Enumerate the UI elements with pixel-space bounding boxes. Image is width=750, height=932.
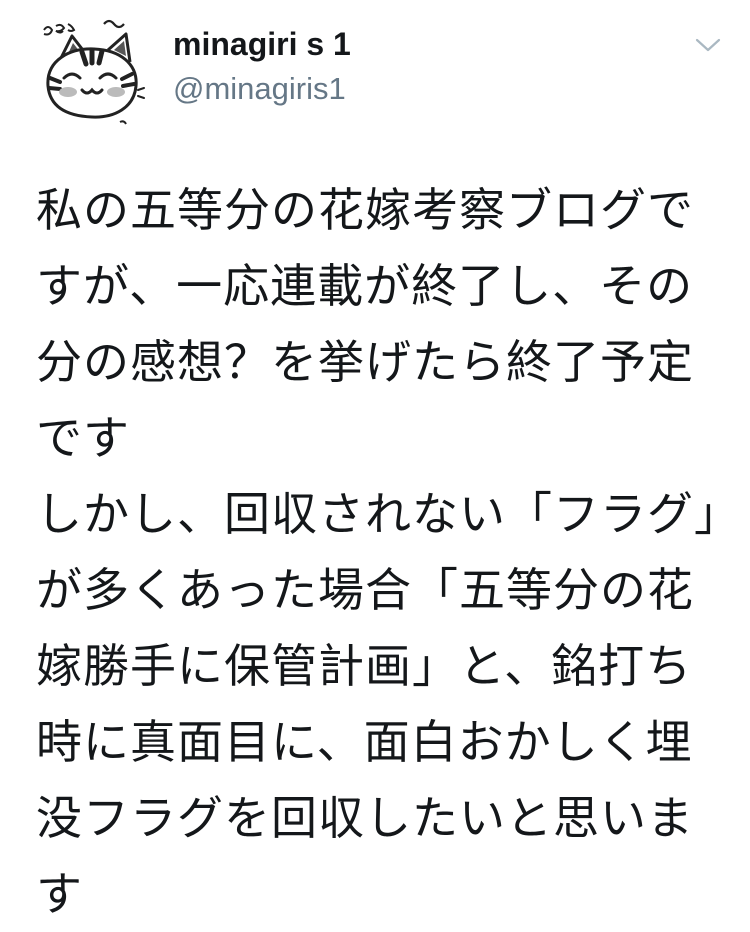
chevron-down-glyph: [695, 38, 721, 52]
user-handle[interactable]: @minagiris1: [173, 70, 346, 108]
tweet-text: 私の五等分の花嫁考察ブログですが、一応連載が終了し、その分の感想？を挙げたら終了…: [36, 183, 718, 921]
display-name[interactable]: minagiri s 1: [173, 24, 351, 64]
tweet-header: minagiri s 1 @minagiris1: [0, 0, 750, 130]
chevron-down-icon[interactable]: [694, 34, 722, 56]
cat-avatar-icon[interactable]: [34, 16, 146, 128]
cat-avatar-drawing: [43, 19, 145, 125]
